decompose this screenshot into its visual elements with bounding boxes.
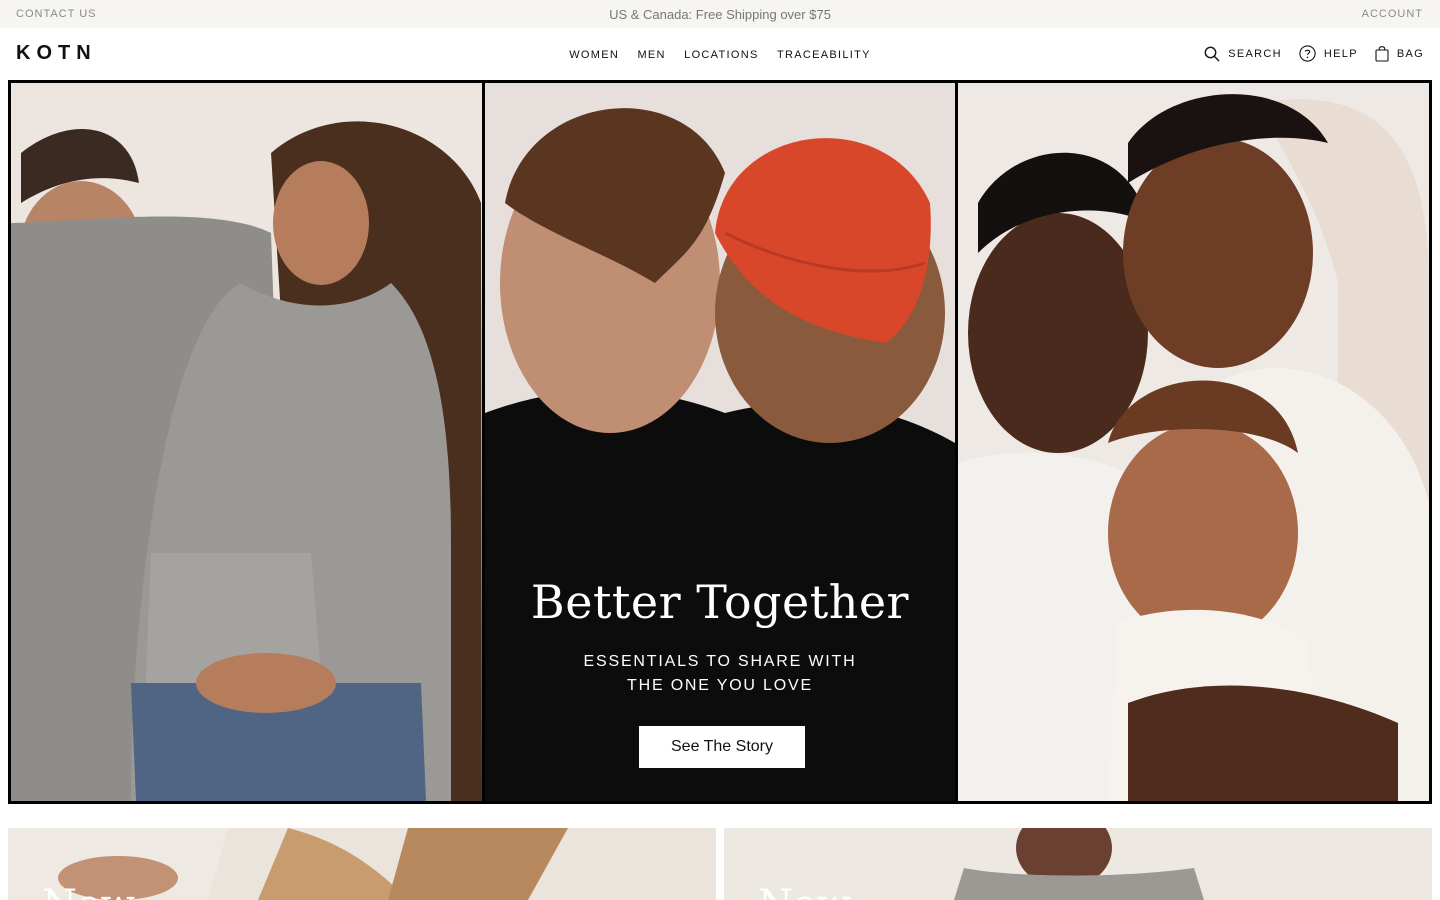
see-the-story-button[interactable]: See The Story xyxy=(639,726,805,768)
shipping-announcement: US & Canada: Free Shipping over $75 xyxy=(609,7,831,22)
promo-label-women: New xyxy=(42,882,135,900)
help-icon xyxy=(1299,45,1316,62)
promo-tile-women[interactable]: New xyxy=(8,828,716,900)
nav-locations[interactable]: LOCATIONS xyxy=(684,49,758,61)
hero-title: Better Together xyxy=(530,575,910,629)
help-button[interactable]: HELP xyxy=(1299,45,1358,62)
main-nav: KOTN WOMEN MEN LOCATIONS TRACEABILITY SE… xyxy=(0,28,1440,80)
search-label: SEARCH xyxy=(1228,47,1282,60)
nav-men[interactable]: MEN xyxy=(637,49,665,61)
announcement-bar: CONTACT US US & Canada: Free Shipping ov… xyxy=(0,0,1440,28)
bag-button[interactable]: BAG xyxy=(1375,45,1424,62)
promo-tile-men[interactable]: New xyxy=(724,828,1432,900)
hero-subtitle: ESSENTIALS TO SHARE WITH THE ONE YOU LOV… xyxy=(583,653,857,694)
nav-women[interactable]: WOMEN xyxy=(569,49,619,61)
account-link[interactable]: ACCOUNT xyxy=(1362,8,1423,20)
nav-traceability[interactable]: TRACEABILITY xyxy=(777,49,871,61)
hero-photo-family xyxy=(958,83,1429,801)
bag-label: BAG xyxy=(1396,47,1424,60)
promo-label-men: New xyxy=(758,882,851,900)
search-icon xyxy=(1204,46,1220,61)
bag-icon xyxy=(1375,46,1389,62)
hero-copy: Better Together ESSENTIALS TO SHARE WITH… xyxy=(485,83,955,801)
utility-nav: SEARCH HELP BAG xyxy=(1187,45,1424,62)
hero-photo-couple xyxy=(11,83,482,801)
help-label: HELP xyxy=(1323,47,1358,60)
hero-banner[interactable]: Better Together ESSENTIALS TO SHARE WITH… xyxy=(8,80,1432,804)
search-button[interactable]: SEARCH xyxy=(1204,46,1282,62)
